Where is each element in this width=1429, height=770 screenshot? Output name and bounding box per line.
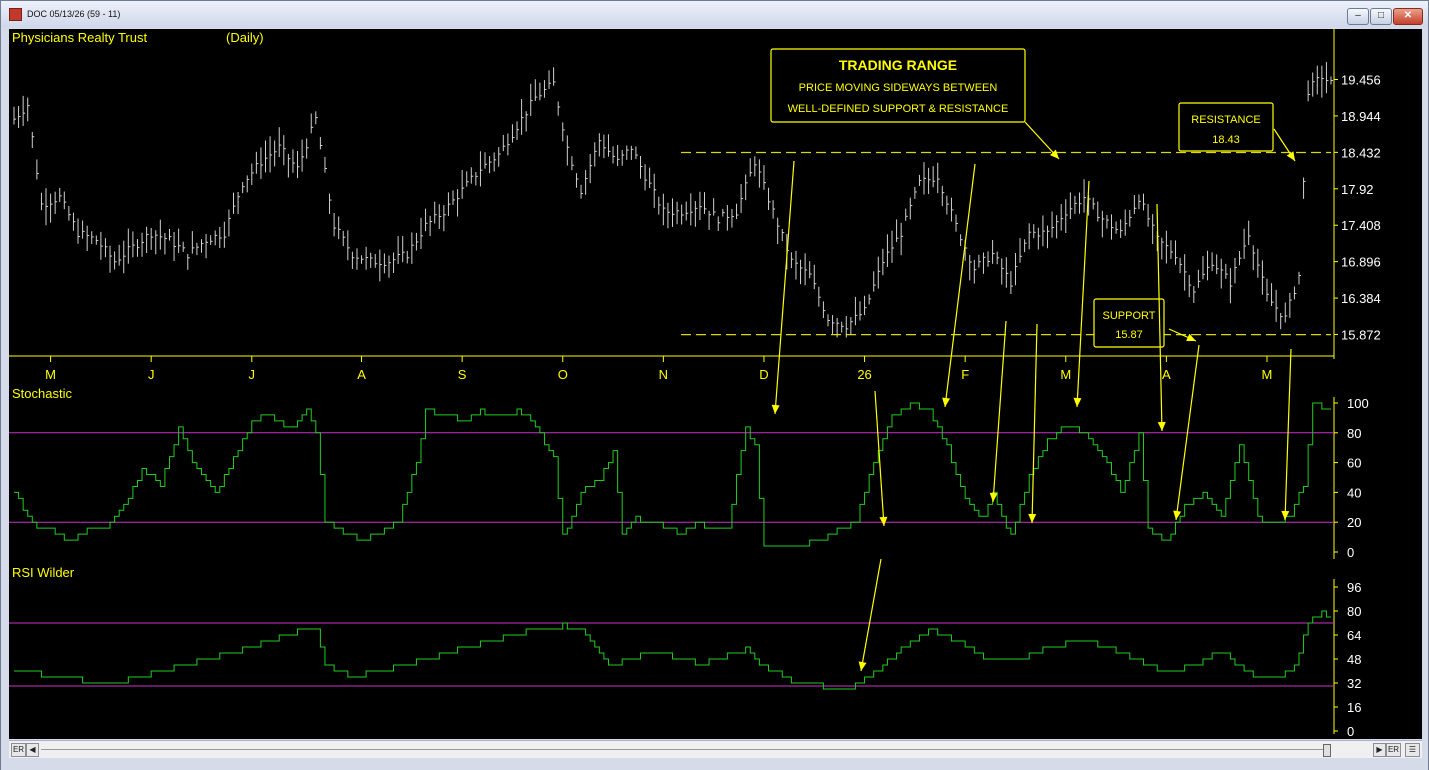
- arrow-head-icon: [1157, 421, 1166, 431]
- chart-area[interactable]: 19.456 18.944 18.432 17.92 17.408 16.896 16.38…: [9, 29, 1422, 739]
- price-tick-label: 17.408: [1341, 218, 1381, 233]
- stochastic-line: [14, 402, 1331, 547]
- time-axis-ticks: M J J A S O N D 26 F M A M: [45, 356, 1272, 382]
- chart-canvas: 19.456 18.944 18.432 17.92 17.408 16.896 16.38…: [9, 29, 1381, 739]
- price-tick-label: 17.92: [1341, 182, 1374, 197]
- stochastic-tick-label: 80: [1347, 426, 1361, 441]
- arrow-head-icon: [771, 404, 780, 414]
- price-levels: [681, 151, 1331, 336]
- stochastic-axis-ticks: 100 80 60 40 20 0: [1334, 396, 1369, 560]
- close-button[interactable]: ✕: [1393, 8, 1423, 25]
- stochastic-tick-label: 0: [1347, 545, 1354, 560]
- arrow-head-icon: [1281, 510, 1290, 520]
- rsi-tick-label: 0: [1347, 724, 1354, 739]
- support-value: 15.87: [1115, 329, 1143, 341]
- month-label: S: [458, 367, 467, 382]
- stochastic-title: Stochastic: [12, 386, 72, 401]
- price-tick-label: 15.872: [1341, 328, 1381, 343]
- horizontal-scrollbar[interactable]: ER ◀ ▶ ER ☰: [9, 740, 1422, 758]
- month-label: 26: [857, 367, 871, 382]
- rsi-title: RSI Wilder: [12, 565, 75, 580]
- er-left-button[interactable]: ER: [11, 743, 26, 757]
- support-label: SUPPORT: [1103, 310, 1156, 322]
- status-bar: [1, 758, 1428, 770]
- resistance-callout: RESISTANCE 18.43: [1178, 102, 1274, 152]
- scroll-right-arrow-icon[interactable]: ▶: [1373, 743, 1386, 757]
- chart-app-icon: [9, 8, 22, 21]
- stochastic-panel: [9, 402, 1334, 547]
- annotation-arrow-line: [1284, 348, 1292, 521]
- trading-range-line1: PRICE MOVING SIDEWAYS BETWEEN: [799, 82, 998, 94]
- price-tick-label: 16.896: [1341, 255, 1381, 270]
- annotation-arrows: [771, 121, 1296, 672]
- month-label: O: [558, 367, 568, 382]
- title-bar[interactable]: DOC 05/13/26 (59 - 11) ‒ □ ✕: [1, 1, 1428, 27]
- rsi-tick-label: 96: [1347, 580, 1361, 595]
- arrow-head-icon: [989, 492, 998, 502]
- stochastic-tick-label: 60: [1347, 456, 1361, 471]
- chart-period: (Daily): [226, 30, 264, 45]
- chart-title: Physicians Realty Trust: [12, 30, 147, 45]
- annotation-arrow-line: [874, 390, 885, 527]
- month-label: D: [759, 367, 768, 382]
- annotation-arrow-line: [992, 320, 1007, 503]
- resistance-label: RESISTANCE: [1191, 114, 1260, 126]
- window-title: DOC 05/13/26 (59 - 11): [27, 9, 121, 19]
- arrow-head-icon: [942, 397, 951, 407]
- scroll-left-arrow-icon[interactable]: ◀: [26, 743, 39, 757]
- annotation-arrow-line: [1031, 323, 1038, 524]
- price-tick-label: 18.432: [1341, 145, 1381, 160]
- price-tick-label: 16.384: [1341, 291, 1381, 306]
- price-tick-label: 19.456: [1341, 73, 1381, 88]
- month-label: M: [1060, 367, 1071, 382]
- menu-icon[interactable]: ☰: [1405, 743, 1420, 757]
- month-label: A: [1162, 367, 1171, 382]
- stochastic-tick-label: 20: [1347, 515, 1361, 530]
- arrow-head-icon: [1073, 397, 1082, 407]
- arrow-head-icon: [1028, 513, 1037, 523]
- month-label: N: [659, 367, 668, 382]
- arrow-head-icon: [858, 661, 867, 671]
- month-label: A: [357, 367, 366, 382]
- rsi-tick-label: 16: [1347, 700, 1361, 715]
- annotation-arrow-line: [944, 163, 976, 408]
- scroll-track[interactable]: [41, 749, 1331, 750]
- minimize-button[interactable]: ‒: [1347, 8, 1369, 25]
- trading-range-title: TRADING RANGE: [839, 57, 957, 73]
- trading-range-line2: WELL-DEFINED SUPPORT & RESISTANCE: [788, 103, 1009, 115]
- rsi-tick-label: 48: [1347, 652, 1361, 667]
- arrow-head-icon: [879, 516, 888, 526]
- er-right-button[interactable]: ER: [1386, 743, 1401, 757]
- month-label: J: [148, 367, 155, 382]
- month-label: M: [45, 367, 56, 382]
- price-tick-label: 18.944: [1341, 109, 1381, 124]
- annotation-arrow-line: [774, 160, 795, 415]
- resistance-value: 18.43: [1212, 134, 1240, 146]
- trading-range-callout: TRADING RANGE PRICE MOVING SIDEWAYS BETW…: [770, 48, 1026, 123]
- rsi-panel: [9, 610, 1334, 690]
- rsi-tick-label: 32: [1347, 676, 1361, 691]
- maximize-button[interactable]: □: [1370, 8, 1392, 25]
- month-label: M: [1262, 367, 1273, 382]
- rsi-tick-label: 80: [1347, 604, 1361, 619]
- rsi-tick-label: 64: [1347, 628, 1361, 643]
- app-window: DOC 05/13/26 (59 - 11) ‒ □ ✕ 19.456 18.94…: [0, 0, 1429, 770]
- price-axis-ticks: 19.456 18.944 18.432 17.92 17.408 16.896 16.38…: [1334, 73, 1381, 343]
- month-label: J: [249, 367, 256, 382]
- month-label: F: [961, 367, 969, 382]
- scroll-thumb[interactable]: [1323, 744, 1331, 757]
- support-callout: SUPPORT 15.87: [1093, 298, 1165, 348]
- price-bars: [13, 62, 1333, 338]
- annotation-arrow-line: [1076, 180, 1090, 408]
- stochastic-tick-label: 40: [1347, 485, 1361, 500]
- stochastic-tick-label: 100: [1347, 396, 1369, 411]
- rsi-axis-ticks: 96 80 64 48 32 16 0: [1334, 580, 1361, 739]
- annotation-arrow-line: [860, 558, 882, 672]
